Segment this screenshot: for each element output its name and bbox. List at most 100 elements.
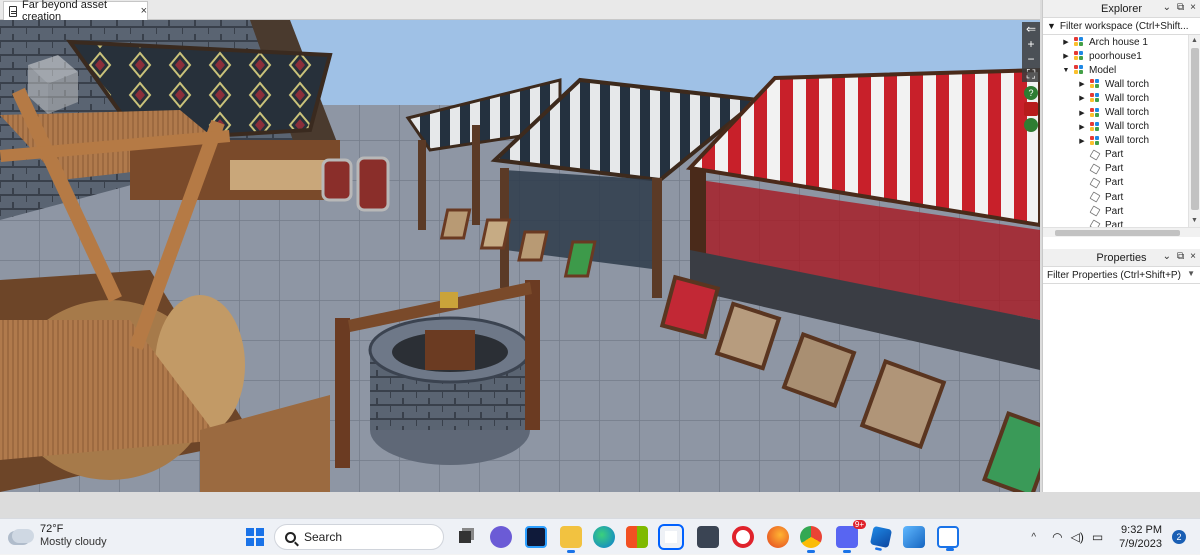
expand-right-icon[interactable]: ▶ — [1061, 38, 1071, 46]
explorer-tree-row[interactable]: ▶ Wall torch — [1043, 105, 1200, 119]
explorer-tree-row[interactable]: Part — [1043, 162, 1200, 176]
roblox-studio-window: Far beyond asset creation × ⇐ + − ⛶ ? Ex… — [0, 0, 1200, 518]
explorer-tree-row[interactable]: ▶ Wall torch — [1043, 120, 1200, 134]
clock[interactable]: 9:32 PM 7/9/2023 — [1119, 523, 1162, 551]
explorer-tree-row[interactable]: ▼ Model — [1043, 63, 1200, 77]
explorer-item-label: Part — [1105, 191, 1124, 203]
file-icon — [9, 5, 18, 17]
chrome-icon[interactable] — [800, 526, 822, 553]
dropbox-icon[interactable] — [658, 524, 684, 550]
edge-icon[interactable] — [593, 526, 615, 548]
explorer-tree-row[interactable]: Part — [1043, 148, 1200, 162]
zoom-in-icon[interactable]: + — [1022, 37, 1040, 52]
hscroll-thumb[interactable] — [1055, 230, 1180, 236]
photos-icon[interactable] — [903, 526, 925, 548]
properties-float-icon[interactable]: ⧉ — [1177, 251, 1184, 262]
roblox-studio-icon[interactable] — [937, 526, 959, 551]
fullscreen-icon[interactable]: ⛶ — [1022, 67, 1040, 82]
weather-widget[interactable]: 72°F Mostly cloudy — [4, 523, 107, 549]
properties-chevron-down-icon[interactable]: ⌄ — [1163, 251, 1171, 262]
explorer-item-label: poorhouse1 — [1089, 50, 1142, 62]
firefox-icon[interactable] — [767, 526, 789, 548]
expand-right-icon[interactable]: ▶ — [1077, 137, 1087, 145]
taskbar: 72°F Mostly cloudy Search 9+ ^ ◠ ◁) ▭ 9:… — [0, 518, 1200, 554]
taskbar-search-box[interactable]: Search — [274, 524, 444, 550]
explorer-tree-row[interactable]: ▶ Wall torch — [1043, 91, 1200, 105]
close-tab-icon[interactable]: × — [141, 5, 147, 17]
explorer-item-label: Part — [1105, 219, 1124, 227]
explorer-header: Explorer ⌄ ⧉ × — [1043, 0, 1200, 18]
file-explorer-icon[interactable] — [560, 526, 582, 553]
properties-close-icon[interactable]: × — [1190, 251, 1196, 262]
volume-icon[interactable]: ◁) — [1071, 530, 1084, 544]
explorer-tree-row[interactable]: Part — [1043, 218, 1200, 227]
expand-down-icon[interactable]: ▼ — [1061, 67, 1071, 74]
book-icon[interactable] — [1024, 102, 1038, 116]
clock-time: 9:32 PM — [1121, 524, 1162, 536]
game-icon[interactable] — [697, 526, 719, 548]
search-icon — [285, 531, 296, 543]
expand-right-icon[interactable]: ▶ — [1077, 94, 1087, 102]
terminal-icon[interactable] — [525, 526, 547, 548]
collapse-toolbar-icon[interactable]: ⇐ — [1022, 22, 1040, 37]
store-icon[interactable] — [626, 526, 648, 548]
search-label: Search — [304, 530, 343, 544]
explorer-vertical-scrollbar[interactable]: ▲ ▼ — [1188, 35, 1200, 227]
document-tab-bar: Far beyond asset creation × — [0, 0, 1040, 23]
scroll-down-icon[interactable]: ▼ — [1189, 215, 1200, 227]
start-button[interactable] — [246, 528, 264, 546]
explorer-tree-row[interactable]: ▶ poorhouse1 — [1043, 49, 1200, 63]
discord-badge: 9+ — [852, 520, 866, 529]
explorer-tree-row[interactable]: Part — [1043, 176, 1200, 190]
explorer-tree-row[interactable]: ▶ Arch house 1 — [1043, 35, 1200, 49]
explorer-filter-input[interactable]: ▼ Filter workspace (Ctrl+Shift... — [1043, 18, 1200, 35]
explorer-item-label: Model — [1089, 64, 1117, 76]
roblox-icon[interactable] — [869, 525, 893, 549]
explorer-filter-placeholder: Filter workspace (Ctrl+Shift... — [1059, 20, 1189, 32]
viewport-toolbar: ⇐ + − ⛶ — [1022, 22, 1040, 82]
explorer-tree-row[interactable]: Part — [1043, 190, 1200, 204]
filter-icon[interactable]: ▼ — [1047, 21, 1056, 31]
explorer-item-label: Wall torch — [1105, 78, 1150, 90]
properties-filter-input[interactable]: Filter Properties (Ctrl+Shift+P) ▼ — [1043, 267, 1200, 284]
discord-icon[interactable]: 9+ — [836, 520, 866, 553]
clock-date: 7/9/2023 — [1119, 538, 1162, 550]
explorer-tree-row[interactable]: ▶ Wall torch — [1043, 134, 1200, 148]
properties-header: Properties ⌄ ⧉ × — [1043, 249, 1200, 267]
explorer-tree-row[interactable]: Part — [1043, 204, 1200, 218]
zoom-out-icon[interactable]: − — [1022, 52, 1040, 67]
explorer-close-icon[interactable]: × — [1190, 2, 1196, 13]
expand-right-icon[interactable]: ▶ — [1077, 109, 1087, 117]
show-hidden-icons-chevron-icon[interactable]: ^ — [1031, 532, 1036, 543]
explorer-item-label: Part — [1105, 163, 1124, 175]
explorer-horizontal-scrollbar[interactable] — [1043, 227, 1200, 237]
explorer-float-icon[interactable]: ⧉ — [1177, 2, 1184, 13]
battery-icon[interactable]: ▭ — [1092, 530, 1103, 544]
explorer-item-label: Wall torch — [1105, 92, 1150, 104]
document-tab[interactable]: Far beyond asset creation × — [3, 0, 148, 23]
model-icon — [1090, 135, 1100, 146]
chat-icon[interactable] — [490, 526, 512, 548]
explorer-chevron-down-icon[interactable]: ⌄ — [1163, 2, 1171, 13]
part-icon — [1089, 149, 1101, 161]
explorer-panel: Explorer ⌄ ⧉ × ▼ Filter workspace (Ctrl+… — [1042, 0, 1200, 249]
opera-icon[interactable] — [732, 526, 754, 548]
scene-render — [0, 20, 1040, 492]
scroll-thumb[interactable] — [1191, 48, 1199, 210]
help-icon[interactable]: ? — [1024, 86, 1038, 100]
expand-right-icon[interactable]: ▶ — [1077, 80, 1087, 88]
model-icon — [1090, 121, 1100, 132]
notification-badge[interactable]: 2 — [1172, 530, 1186, 544]
wifi-icon[interactable]: ◠ — [1052, 530, 1062, 544]
expand-right-icon[interactable]: ▶ — [1061, 52, 1071, 60]
properties-filter-dropdown-icon[interactable]: ▼ — [1187, 269, 1195, 278]
model-icon — [1074, 51, 1084, 61]
globe-icon[interactable] — [1024, 118, 1038, 132]
model-icon — [1074, 37, 1084, 47]
explorer-item-label: Wall torch — [1105, 135, 1150, 147]
explorer-tree-row[interactable]: ▶ Wall torch — [1043, 77, 1200, 91]
expand-right-icon[interactable]: ▶ — [1077, 123, 1087, 131]
scroll-up-icon[interactable]: ▲ — [1189, 35, 1200, 47]
task-view-icon[interactable] — [455, 526, 477, 548]
3d-viewport[interactable]: ⇐ + − ⛶ ? — [0, 20, 1040, 492]
